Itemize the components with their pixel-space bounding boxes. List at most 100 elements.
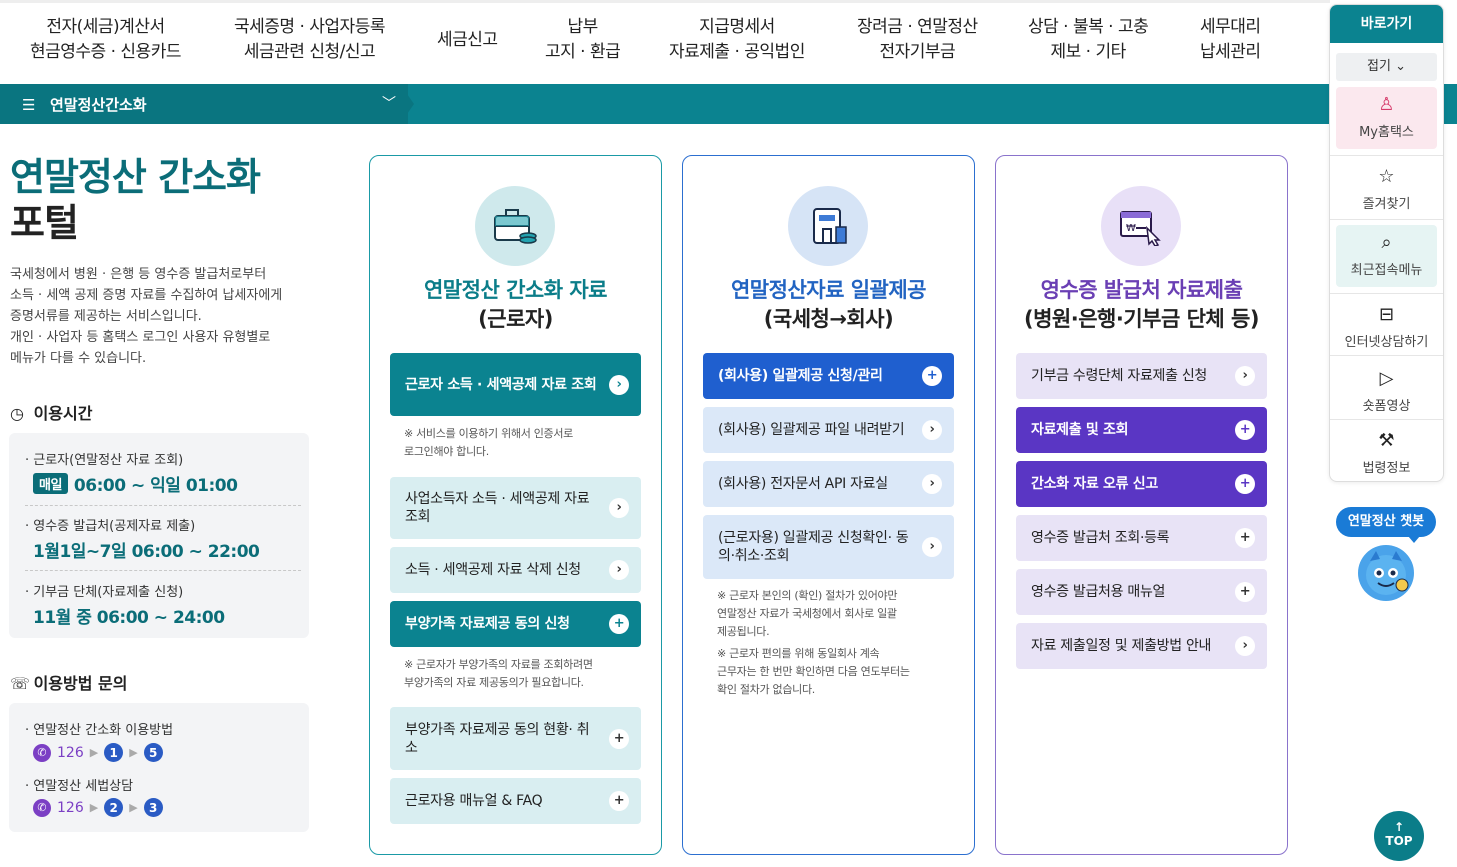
hours-label: · 기부금 단체(자료제출 신청): [25, 585, 184, 600]
company-bulk-request-button[interactable]: (회사용) 일괄제공 신청/관리 +: [703, 353, 954, 399]
dependent-consent-status-button[interactable]: 부양가족 자료제공 동의 현황· 취소 +: [390, 707, 641, 770]
worker-manual-faq-button[interactable]: 근로자용 매뉴얼 & FAQ +: [390, 778, 641, 824]
intro-desc-line: 국세청에서 병원 · 은행 등 영수증 발급처로부터: [10, 267, 267, 282]
nav-label: 제보 · 기타: [1050, 42, 1126, 62]
data-submit-inquiry-button[interactable]: 자료제출 및 조회 +: [1016, 407, 1267, 453]
phone-icon: ✆: [33, 798, 51, 817]
nav-label: 장려금 · 연말정산: [857, 17, 978, 37]
intro-desc-line: 소득 · 세액 공제 증명 자료를 수집하여 납세자에게: [10, 288, 283, 303]
nav-label: 납부: [567, 17, 599, 37]
plus-icon: +: [609, 791, 629, 811]
favorites-button[interactable]: ☆ 즐겨찾기: [1336, 165, 1437, 212]
arrow-up-icon: ↑: [1393, 820, 1405, 834]
page-title-line2: 포털: [10, 201, 79, 245]
arrow-right-icon: ▶: [89, 746, 99, 759]
worker-bulk-confirm-button[interactable]: (근로자용) 일괄제공 신청확인· 동의·취소·조회 ›: [703, 515, 954, 579]
nav-certificate[interactable]: 국세증명 · 사업자등록세금관련 신청/신고: [234, 15, 385, 65]
nav-label: 자료제출 · 공익법인: [669, 42, 805, 62]
issuer-register-button[interactable]: 영수증 발급처 조회·등록 +: [1016, 515, 1267, 561]
inquiry-heading: ☏ 이용방법 문의: [10, 670, 127, 694]
nav-tax-agent[interactable]: 세무대리 납세관리: [1200, 15, 1261, 65]
online-consult-button[interactable]: ⊟ 인터넷상담하기: [1336, 303, 1437, 350]
deduction-delete-request-button[interactable]: 소득 · 세액공제 자료 삭제 신청 ›: [390, 547, 641, 593]
svg-text:₩: ₩: [1126, 223, 1136, 234]
nav-consult[interactable]: 상담 · 불복 · 고충 제보 · 기타: [1028, 15, 1149, 65]
fold-button[interactable]: 접기 ⌄: [1336, 53, 1437, 81]
quick-menu-heading: 바로가기: [1330, 5, 1443, 43]
quick-item-label: 최근접속메뉴: [1350, 263, 1423, 278]
divider: [1330, 293, 1443, 294]
divider: [25, 570, 301, 571]
nav-label: 전자(세금)계산서: [46, 17, 165, 37]
nav-tax-report[interactable]: 세금신고: [437, 28, 498, 53]
plus-icon: +: [1235, 582, 1255, 602]
nav-label: 세금관련 신청/신고: [243, 42, 376, 62]
plus-icon: +: [922, 366, 942, 386]
donation-submit-request-button[interactable]: 기부금 수령단체 자료제출 신청 ›: [1016, 353, 1267, 399]
clock-icon: ◷: [10, 404, 24, 423]
phone-number: 126: [57, 744, 84, 761]
nav-label: 세금신고: [437, 30, 498, 50]
nav-payment-statement[interactable]: 지급명세서 자료제출 · 공익법인: [669, 15, 805, 65]
dependent-note: ※ 근로자가 부양가족의 자료를 조회하려면 부양가족의 자료 제공동의가 필요합…: [404, 658, 593, 689]
hours-label: · 근로자(연말정산 자료 조회): [25, 453, 184, 468]
chevron-down-icon[interactable]: ﹀: [382, 93, 396, 113]
law-info-button[interactable]: ⚒ 법령정보: [1336, 429, 1437, 476]
arrow-right-icon: ›: [609, 498, 629, 518]
divider: [1330, 219, 1443, 220]
plus-icon: +: [609, 614, 629, 634]
chatbot-mascot-icon[interactable]: [1358, 545, 1414, 601]
card-title: 영수증 발급처 자료제출 (병원·은행·기부금 단체 등): [1024, 278, 1259, 331]
inquiry-phone-route: ✆ 126 ▶ 2 ▶ 3: [33, 798, 163, 817]
menu-number: 1: [104, 743, 124, 762]
card-title: 연말정산 간소화 자료 (근로자): [423, 278, 608, 331]
nav-payment[interactable]: 납부 고지 · 환급: [545, 15, 621, 65]
nav-label: 전자기부금: [879, 42, 956, 62]
breadcrumb-divider: [400, 84, 414, 124]
dependent-consent-request-button[interactable]: 부양가족 자료제공 동의 신청 +: [390, 601, 641, 647]
plus-icon: +: [1235, 420, 1255, 440]
arrow-right-icon: ›: [609, 374, 629, 395]
worker-deduction-inquiry-button[interactable]: 근로자 소득 · 세액공제 자료 조회 ›: [390, 353, 641, 416]
data-error-report-button[interactable]: 간소화 자료 오류 신고 +: [1016, 461, 1267, 507]
arrow-right-icon: ›: [1235, 366, 1255, 386]
breadcrumb-bar: ☰ 연말정산간소화 ﹀: [0, 84, 1457, 124]
recent-menu-button[interactable]: ⌕ 최근접속메뉴: [1336, 225, 1437, 287]
inquiry-label: · 연말정산 세법상담: [25, 779, 134, 794]
page-title: 연말정산 간소화 포털: [10, 154, 261, 246]
plus-icon: +: [1235, 528, 1255, 548]
top-navigation: 전자(세금)계산서 현금영수증 · 신용카드 국세증명 · 사업자등록세금관련 신…: [0, 0, 1330, 84]
nav-label: 국세증명 · 사업자등록: [234, 17, 385, 37]
issuer-manual-button[interactable]: 영수증 발급처용 매뉴얼 +: [1016, 569, 1267, 615]
plus-icon: +: [609, 728, 629, 749]
phone-icon: ✆: [33, 743, 51, 762]
receipt-document-icon: ₩: [1101, 186, 1181, 266]
arrow-right-icon: ▶: [129, 801, 138, 814]
divider: [1330, 419, 1443, 420]
nav-label: 세무대리: [1200, 17, 1261, 37]
divider: [25, 505, 301, 506]
company-api-library-button[interactable]: (회사용) 전자문서 API 자료실 ›: [703, 461, 954, 507]
quick-item-label: 인터넷상담하기: [1344, 335, 1429, 350]
intro-desc-line: 메뉴가 다를 수 있습니다.: [10, 351, 147, 366]
arrow-right-icon: ›: [1235, 636, 1255, 656]
inquiry-box: · 연말정산 간소화 이용방법 ✆ 126 ▶ 1 ▶ 5 · 연말정산 세법상…: [9, 703, 309, 832]
user-icon: ♙: [1378, 94, 1395, 115]
arrow-right-icon: ›: [609, 560, 629, 580]
nav-incentive[interactable]: 장려금 · 연말정산전자기부금: [857, 15, 978, 65]
scroll-top-button[interactable]: ↑ TOP: [1374, 811, 1424, 861]
my-hometax-button[interactable]: ♙ My홈택스: [1336, 87, 1437, 149]
divider: [1330, 355, 1443, 356]
menu-number: 3: [143, 798, 163, 817]
short-video-button[interactable]: ▷ 숏폼영상: [1336, 367, 1437, 414]
hours-value: 11월 중 06:00 ~ 24:00: [33, 608, 225, 628]
nav-e-tax-invoice[interactable]: 전자(세금)계산서 현금영수증 · 신용카드: [30, 15, 181, 65]
chatbot-bubble[interactable]: 연말정산 챗봇: [1336, 507, 1436, 543]
hamburger-icon[interactable]: ☰: [22, 96, 35, 114]
breadcrumb-current[interactable]: 연말정산간소화: [50, 94, 147, 115]
business-deduction-inquiry-button[interactable]: 사업소득자 소득 · 세액공제 자료 조회 ›: [390, 477, 641, 539]
hours-label: · 영수증 발급처(공제자료 제출): [25, 519, 196, 534]
quick-item-label: My홈택스: [1359, 125, 1414, 140]
company-bulk-download-button[interactable]: (회사용) 일괄제공 파일 내려받기 ›: [703, 407, 954, 453]
submit-schedule-guide-button[interactable]: 자료 제출일정 및 제출방법 안내 ›: [1016, 623, 1267, 669]
